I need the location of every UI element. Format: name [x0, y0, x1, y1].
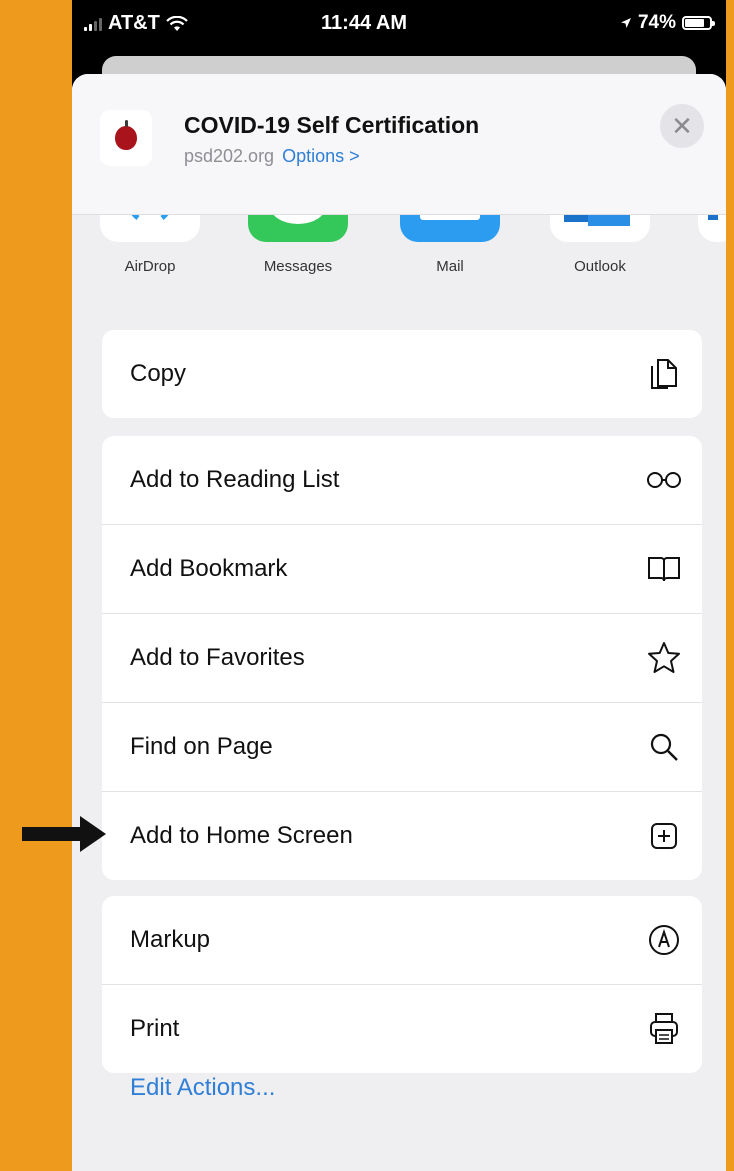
action-label: Markup: [130, 926, 211, 953]
battery-percent: 74%: [637, 12, 676, 33]
location-icon: [620, 18, 631, 28]
app-label: AirDrop: [124, 258, 176, 275]
site-domain: psd202.org: [184, 146, 275, 166]
battery-group: 74%: [620, 12, 715, 34]
action-add-bookmark[interactable]: Add Bookmark: [102, 525, 702, 614]
pointer-arrow: [22, 816, 106, 852]
page-title: COVID-19 Self Certification: [184, 112, 480, 138]
app-label: Messages: [263, 258, 333, 275]
action-markup[interactable]: Markup: [102, 896, 702, 985]
page-subtitle: psd202.org Options >: [184, 146, 360, 167]
action-label: Add to Home Screen: [130, 822, 353, 849]
action-add-to-home-screen[interactable]: Add to Home Screen: [102, 792, 702, 880]
action-label: Add to Favorites: [130, 644, 305, 671]
book-icon: [646, 551, 682, 587]
action-print[interactable]: Print: [102, 985, 702, 1073]
glasses-icon: [646, 462, 682, 498]
status-bar: AT&T 11:44 AM 74%: [72, 0, 726, 50]
action-group-safari: Add to Reading List Add Bookmark Add to …: [102, 436, 702, 880]
star-icon: [646, 640, 682, 676]
action-label: Copy: [130, 360, 187, 387]
printer-icon: [646, 1011, 682, 1047]
edit-actions-link[interactable]: Edit Actions...: [130, 1074, 275, 1102]
copy-icon: [646, 356, 682, 392]
close-icon: ✕: [671, 110, 693, 141]
phone-screen: AT&T 11:44 AM 74% COVID-19 Self Certific…: [72, 0, 726, 1171]
app-label: Outlook: [574, 258, 626, 275]
battery-icon: [682, 16, 715, 30]
search-icon: [646, 729, 682, 765]
options-link[interactable]: Options >: [282, 146, 360, 166]
close-button[interactable]: ✕: [660, 104, 704, 148]
markup-icon: [646, 922, 682, 958]
action-group-copy: Copy: [102, 330, 702, 418]
action-label: Add Bookmark: [130, 555, 288, 582]
action-add-to-favorites[interactable]: Add to Favorites: [102, 614, 702, 703]
action-label: Find on Page: [130, 733, 273, 760]
action-find-on-page[interactable]: Find on Page: [102, 703, 702, 792]
share-sheet: COVID-19 Self Certification psd202.org Op…: [72, 74, 726, 1171]
app-label: Mail: [436, 258, 464, 275]
plus-square-icon: [646, 818, 682, 854]
action-label: Print: [130, 1015, 180, 1042]
action-group-tools: Markup Print: [102, 896, 702, 1073]
site-favicon: [100, 110, 152, 166]
action-copy[interactable]: Copy: [102, 330, 702, 418]
apple-icon: [115, 120, 137, 150]
share-header: COVID-19 Self Certification psd202.org Op…: [72, 74, 726, 215]
action-add-to-reading-list[interactable]: Add to Reading List: [102, 436, 702, 525]
action-label: Add to Reading List: [130, 466, 340, 493]
